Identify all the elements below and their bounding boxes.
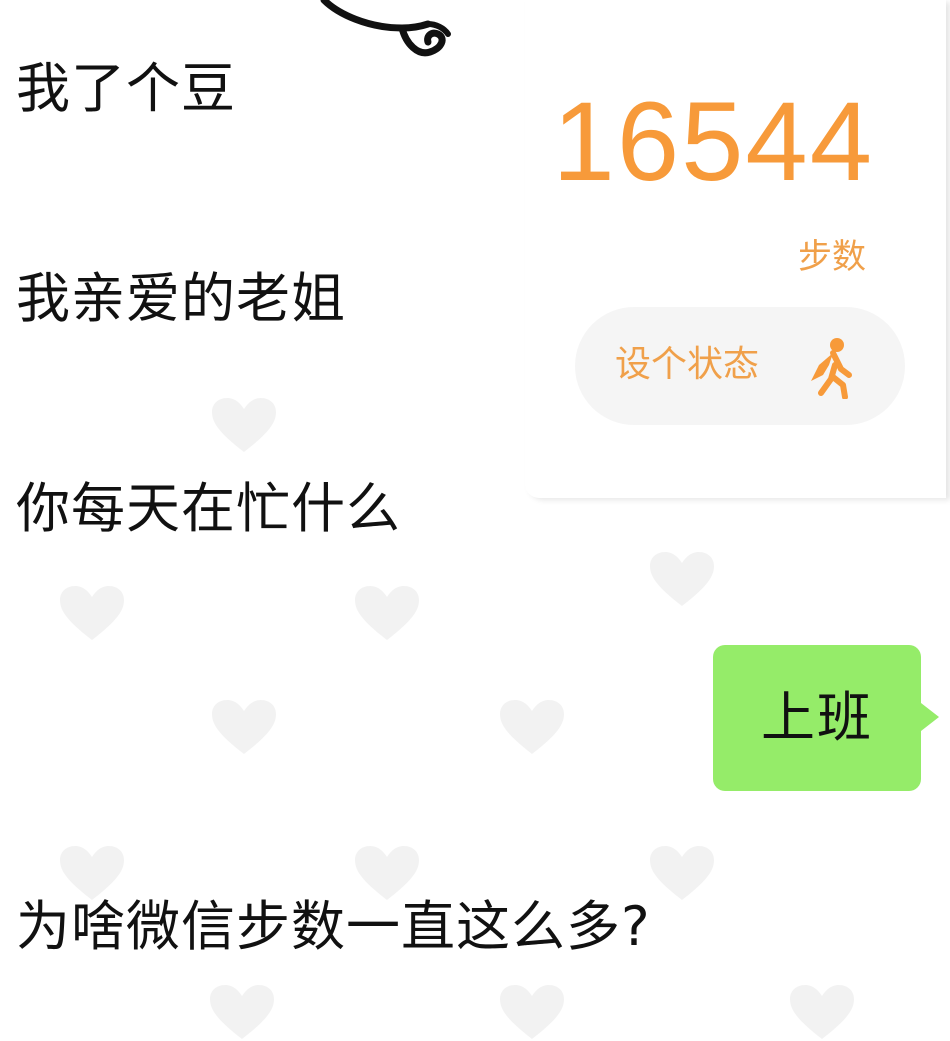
heart-wallpaper-icon	[500, 700, 564, 756]
heart-wallpaper-icon	[212, 700, 276, 756]
received-message: 为啥微信步数一直这么多?	[0, 900, 736, 956]
wechat-step-card[interactable]: 16544 步数 设个状态	[525, 0, 946, 498]
received-message: 我了个豆	[0, 62, 316, 118]
running-person-icon	[797, 335, 861, 399]
heart-wallpaper-icon	[210, 985, 274, 1041]
step-count: 16544	[552, 79, 874, 204]
received-message: 你每天在忙什么	[0, 482, 476, 538]
heart-wallpaper-icon	[60, 846, 124, 902]
heart-wallpaper-icon	[650, 552, 714, 608]
heart-wallpaper-icon	[650, 846, 714, 902]
heart-wallpaper-icon	[790, 985, 854, 1041]
received-message: 我亲爱的老姐	[0, 272, 416, 328]
heart-wallpaper-icon	[355, 846, 419, 902]
doodle-sticker-icon	[318, 0, 458, 64]
step-label: 步数	[798, 237, 866, 277]
heart-wallpaper-icon	[500, 985, 564, 1041]
sent-bubble-tail	[921, 703, 939, 731]
heart-wallpaper-icon	[60, 586, 124, 642]
set-status-label: 设个状态	[615, 344, 760, 385]
heart-wallpaper-icon	[355, 586, 419, 642]
sent-message-bubble: 上班	[713, 645, 921, 791]
set-status-button[interactable]: 设个状态	[575, 307, 905, 425]
heart-wallpaper-icon	[212, 398, 276, 454]
